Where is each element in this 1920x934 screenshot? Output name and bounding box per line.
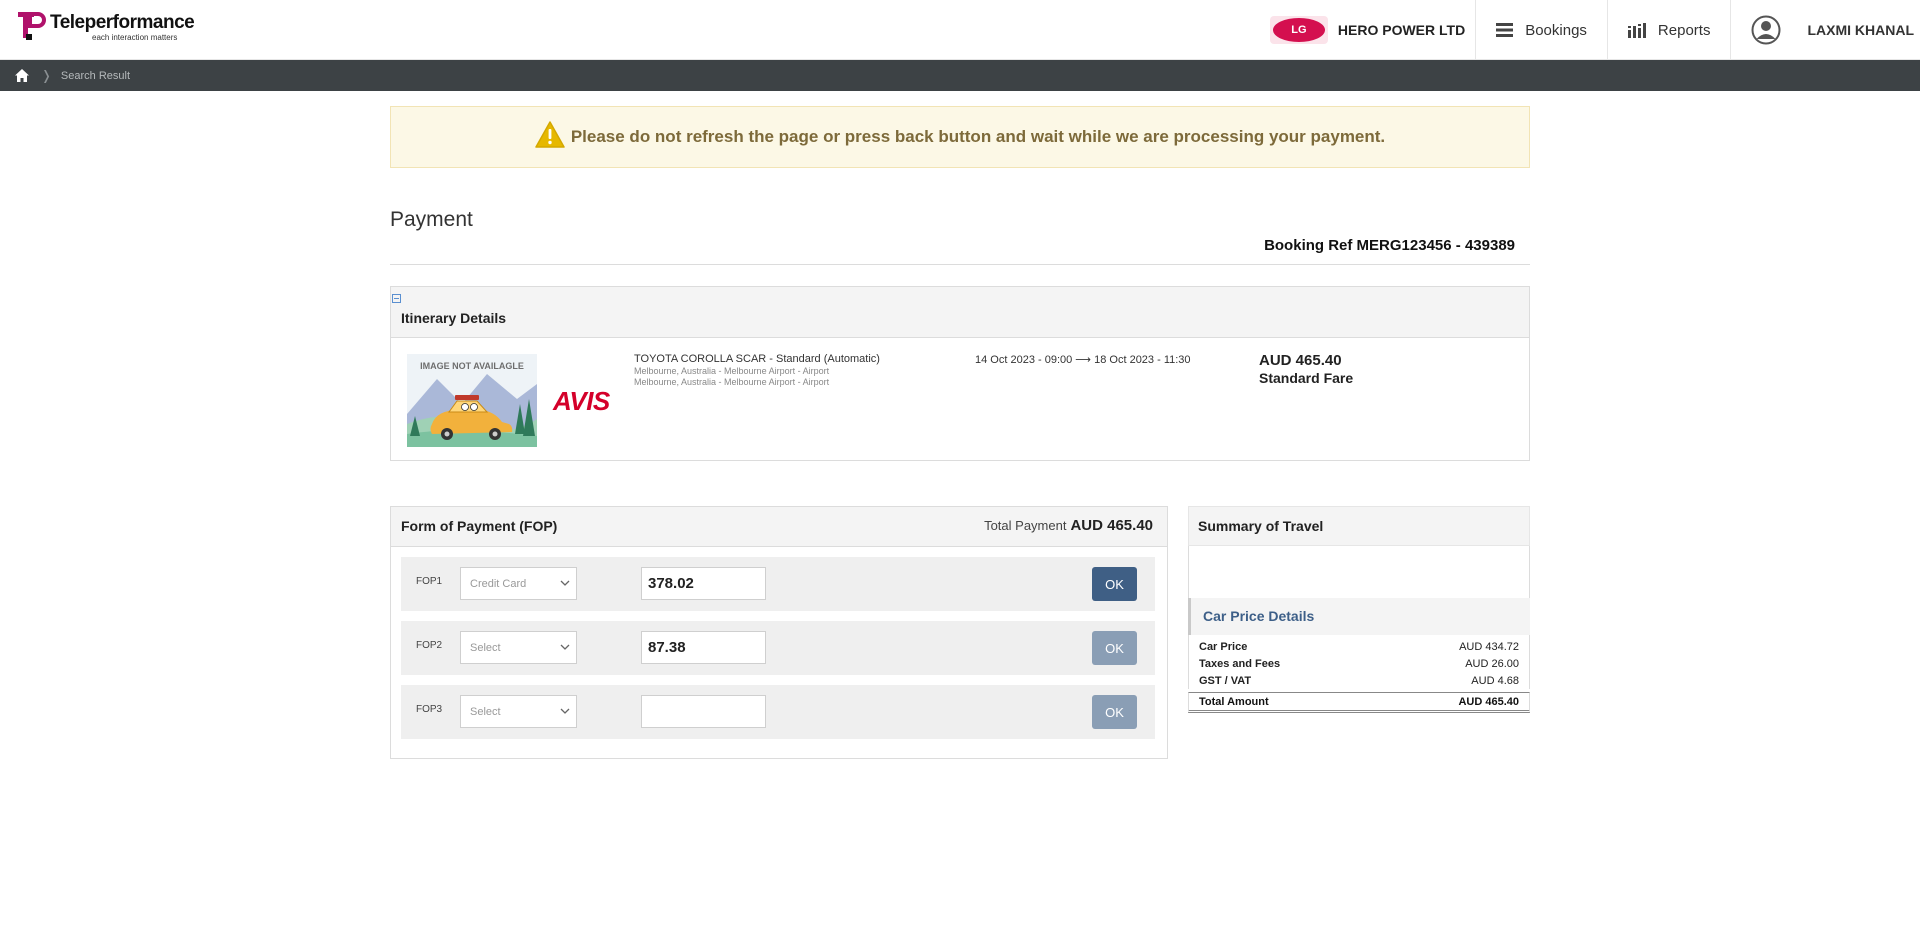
car-image: IMAGE NOT AVAILAGLE xyxy=(407,354,537,447)
image-not-available-text: IMAGE NOT AVAILAGLE xyxy=(420,361,524,371)
price-row-value: AUD 26.00 xyxy=(1465,657,1519,670)
fop-header: Form of Payment (FOP) Total Payment AUD 4… xyxy=(391,507,1167,547)
payment-method-value: Credit Card xyxy=(470,577,527,590)
alert-message: Please do not refresh the page or press … xyxy=(570,127,1386,146)
car-price-details-header: Car Price Details xyxy=(1188,598,1530,635)
payment-amount-input[interactable] xyxy=(641,695,766,728)
title-divider xyxy=(390,264,1530,265)
price-row-value: AUD 434.72 xyxy=(1459,640,1519,653)
bar-chart-icon xyxy=(1627,22,1646,38)
payment-method-value: Select xyxy=(470,641,501,654)
page-title: Payment xyxy=(390,208,473,231)
logo-name: Teleperformance xyxy=(50,12,195,33)
price-row-label: Taxes and Fees xyxy=(1199,657,1281,670)
itinerary-header: Itinerary Details xyxy=(391,287,1529,338)
fop-label: FOP1 xyxy=(416,576,443,587)
summary-blank-area xyxy=(1188,546,1530,598)
fop-row: FOP3 Select OK xyxy=(401,685,1155,739)
fop-row: FOP2 Select OK xyxy=(401,621,1155,675)
form-of-payment-panel: Form of Payment (FOP) Total Payment AUD 4… xyxy=(390,506,1168,759)
user-avatar-icon xyxy=(1751,15,1781,45)
summary-title: Summary of Travel xyxy=(1198,518,1324,534)
chevron-down-icon xyxy=(560,642,570,655)
main-nav: LG HERO POWER LTD Bookings Reports LAXMI… xyxy=(1256,0,1920,60)
booking-ref: Booking Ref MERG123456 - 439389 xyxy=(1264,237,1515,254)
fop-title: Form of Payment (FOP) xyxy=(401,518,558,534)
warning-icon xyxy=(535,121,565,153)
fop-total: Total Payment AUD 465.40 xyxy=(984,517,1153,534)
chevron-down-icon xyxy=(560,706,570,719)
price-row-label: Car Price xyxy=(1199,640,1248,653)
pickup-location: Melbourne, Australia - Melbourne Airport… xyxy=(634,366,830,376)
breadcrumb-current: Search Result xyxy=(60,69,130,82)
fop-total-value: AUD 465.40 xyxy=(1070,517,1153,534)
chevron-down-icon xyxy=(560,578,570,591)
user-name: LAXMI KHANAL xyxy=(1807,22,1914,38)
car-price-details-title: Car Price Details xyxy=(1203,608,1315,624)
itinerary-price: AUD 465.40 xyxy=(1259,352,1342,369)
breadcrumb: ❭ Search Result xyxy=(0,60,1920,91)
fop-label: FOP3 xyxy=(416,704,443,715)
list-icon xyxy=(1496,23,1514,37)
fop-total-label: Total Payment xyxy=(984,518,1067,533)
payment-method-value: Select xyxy=(470,705,501,718)
price-breakdown: Car Price AUD 434.72 Taxes and Fees AUD … xyxy=(1188,635,1530,689)
fop-label: FOP2 xyxy=(416,640,443,651)
nav-reports-label: Reports xyxy=(1657,21,1711,39)
company-logo: LG xyxy=(1269,16,1328,44)
price-column: AUD 465.40 Standard Fare xyxy=(1259,352,1353,387)
fare-type: Standard Fare xyxy=(1259,370,1354,386)
collapse-icon[interactable] xyxy=(392,294,401,303)
itinerary-panel: Itinerary Details IMAGE NOT AVAILAGLE AV… xyxy=(390,286,1530,461)
top-navbar: Teleperformance each interaction matters… xyxy=(0,0,1920,60)
company-selector[interactable]: LG HERO POWER LTD xyxy=(1256,0,1475,60)
summary-of-travel-panel: Summary of Travel Car Price Details Car … xyxy=(1188,506,1530,716)
total-amount-value: AUD 465.40 xyxy=(1458,695,1519,708)
nav-bookings-label: Bookings xyxy=(1525,21,1587,39)
nav-bookings[interactable]: Bookings xyxy=(1475,0,1607,60)
ok-button[interactable]: OK xyxy=(1092,695,1137,729)
payment-method-select[interactable]: Credit Card xyxy=(460,567,577,600)
rental-dates: 14 Oct 2023 - 09:00 ⟶ 18 Oct 2023 - 11:3… xyxy=(975,354,1191,366)
payment-amount-input[interactable] xyxy=(641,567,766,600)
car-name: TOYOTA COROLLA SCAR - Standard (Automati… xyxy=(634,353,880,365)
payment-amount-input[interactable] xyxy=(641,631,766,664)
car-details: TOYOTA COROLLA SCAR - Standard (Automati… xyxy=(634,353,880,388)
payment-method-select[interactable]: Select xyxy=(460,631,577,664)
user-menu[interactable]: LAXMI KHANAL xyxy=(1730,0,1920,60)
vendor-logo: AVIS xyxy=(553,386,610,416)
fop-row: FOP1 Credit Card OK xyxy=(401,557,1155,611)
teleperformance-logo-mark-icon xyxy=(18,12,46,42)
price-row: Car Price AUD 434.72 xyxy=(1199,638,1519,655)
total-amount-label: Total Amount xyxy=(1199,695,1269,708)
teleperformance-logo[interactable]: Teleperformance each interaction matters xyxy=(18,12,195,48)
company-name: HERO POWER LTD xyxy=(1337,22,1466,38)
payment-method-select[interactable]: Select xyxy=(460,695,577,728)
home-icon[interactable] xyxy=(15,69,29,82)
price-row: Taxes and Fees AUD 26.00 xyxy=(1199,655,1519,672)
itinerary-title: Itinerary Details xyxy=(401,310,507,326)
price-row-label: GST / VAT xyxy=(1199,674,1252,687)
nav-reports[interactable]: Reports xyxy=(1606,0,1731,60)
logo-tagline: each interaction matters xyxy=(92,33,178,42)
dropoff-location: Melbourne, Australia - Melbourne Airport… xyxy=(634,377,830,387)
breadcrumb-separator-icon: ❭ xyxy=(41,67,52,83)
summary-header: Summary of Travel xyxy=(1188,506,1530,546)
ok-button[interactable]: OK xyxy=(1092,567,1137,601)
processing-alert: Please do not refresh the page or press … xyxy=(390,106,1530,168)
price-row: GST / VAT AUD 4.68 xyxy=(1199,672,1519,689)
itinerary-item: IMAGE NOT AVAILAGLE AVIS TOYOTA COROLLA … xyxy=(391,338,1529,460)
ok-button[interactable]: OK xyxy=(1092,631,1137,665)
price-row-value: AUD 4.68 xyxy=(1471,674,1519,687)
company-logo-text: LG xyxy=(1272,18,1325,42)
total-amount-row: Total Amount AUD 465.40 xyxy=(1188,692,1530,713)
